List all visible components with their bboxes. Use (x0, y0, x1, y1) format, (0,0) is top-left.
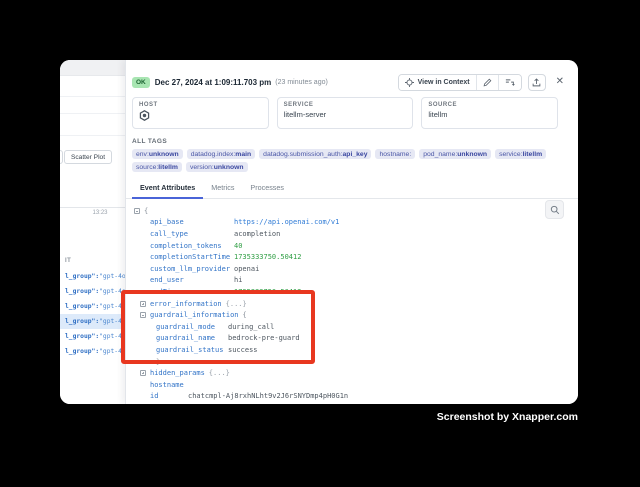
divider (60, 113, 125, 114)
tab-processes[interactable]: Processes (242, 179, 292, 198)
axis-tick-label: 13:23 (82, 210, 118, 216)
json-row-guardrail-mode: guardrail_modeduring_call (126, 321, 578, 333)
upload-icon (532, 78, 541, 87)
tab-metrics[interactable]: Metrics (203, 179, 242, 198)
list-item[interactable]: l_group":"gpt-4o (60, 269, 125, 284)
json-row-hidden-params: hidden_params{...} (126, 367, 578, 379)
events-list: l_group":"gpt-4o l_group":"gpt-4o l_grou… (60, 269, 125, 359)
json-row-api-base: api_basehttps://api.openai.com/v1 (126, 217, 578, 229)
app-window: Scatter Plot 13:23 IT l_group":"gpt-4o l… (60, 60, 578, 404)
json-attributes-tree: { api_basehttps://api.openai.com/v1 call… (126, 205, 578, 404)
scatter-plot-button[interactable]: Scatter Plot (64, 150, 112, 164)
tags-list: env:unknown datadog.index:main datadog.s… (132, 149, 558, 172)
source-box[interactable]: SOURCE litellm (421, 97, 558, 129)
json-row-close-brace: } (126, 356, 578, 368)
related-traces-button[interactable] (499, 75, 521, 90)
crosshair-icon (405, 78, 414, 87)
search-attributes-button[interactable] (545, 200, 564, 219)
collapse-icon[interactable] (134, 208, 140, 214)
tag-hostname[interactable]: hostname: (375, 149, 415, 159)
json-row-hostname: hostname (126, 379, 578, 391)
close-icon[interactable]: ✕ (556, 77, 564, 87)
event-timestamp: Dec 27, 2024 at 1:09:11.703 pm (155, 78, 272, 87)
json-row-messages: messages[ (126, 402, 578, 404)
host-box[interactable]: HOST (132, 97, 269, 129)
expand-icon[interactable] (140, 370, 146, 376)
list-item-selected[interactable]: l_group":"gpt-4o (60, 314, 125, 329)
tag-version[interactable]: version:unknown (186, 162, 248, 172)
list-item[interactable]: l_group":"gpt-4o (60, 299, 125, 314)
all-tags-label: ALL TAGS (132, 138, 558, 145)
header-action-group: View in Context (398, 74, 522, 91)
json-root-row: { (126, 205, 578, 217)
json-row-end-time: endTime1735333750.50412 (126, 286, 578, 298)
watermark-text: Screenshot by Xnapper.com (437, 411, 578, 423)
list-item[interactable]: l_group":"gpt-4o (60, 284, 125, 299)
status-badge: OK (132, 77, 150, 88)
view-toggle-button-fragment[interactable] (60, 150, 63, 164)
search-icon (550, 205, 560, 215)
tag-submission-auth[interactable]: datadog.submission_auth:api_key (259, 149, 371, 159)
event-header: OK Dec 27, 2024 at 1:09:11.703 pm (23 mi… (132, 74, 564, 90)
json-row-guardrail-information: guardrail_information{ (126, 309, 578, 321)
collapse-icon[interactable] (140, 312, 146, 318)
json-row-call-type: call_typeacompletion (126, 228, 578, 240)
expand-icon[interactable] (140, 301, 146, 307)
json-row-end-user: end_userhi (126, 275, 578, 287)
json-row-id: idchatcmpl-Aj8rxhNLht9v2J6rSNYDmp4pH0G1n (126, 391, 578, 403)
tag-service[interactable]: service:litellm (495, 149, 546, 159)
screenshot-backdrop: Scatter Plot 13:23 IT l_group":"gpt-4o l… (0, 0, 640, 487)
event-time-ago: (23 minutes ago) (275, 79, 328, 86)
summary-boxes: HOST SERVICE litellm-server SOURCE litel… (132, 97, 558, 129)
event-details-panel: OK Dec 27, 2024 at 1:09:11.703 pm (23 mi… (125, 60, 578, 404)
export-button[interactable] (528, 74, 546, 91)
all-tags-section: ALL TAGS env:unknown datadog.index:main … (132, 138, 558, 172)
tag-datadog-index[interactable]: datadog.index:main (187, 149, 255, 159)
view-in-context-button[interactable]: View in Context (399, 75, 477, 90)
service-box[interactable]: SERVICE litellm-server (277, 97, 414, 129)
tab-event-attributes[interactable]: Event Attributes (132, 179, 203, 199)
divider (60, 96, 125, 97)
events-page-header-strip (60, 60, 125, 76)
host-hexagon-icon (139, 110, 150, 121)
json-row-completion-tokens: completion_tokens40 (126, 240, 578, 252)
json-row-guardrail-name: guardrail_namebedrock-pre-guard (126, 333, 578, 345)
pencil-icon (483, 78, 492, 87)
chart-x-axis (60, 207, 125, 208)
api-base-link[interactable]: https://api.openai.com/v1 (234, 218, 339, 226)
tag-env[interactable]: env:unknown (132, 149, 183, 159)
related-traces-icon (505, 78, 515, 87)
divider (60, 135, 125, 136)
json-row-custom-llm-provider: custom_llm_provideropenai (126, 263, 578, 275)
json-row-guardrail-status: guardrail_statussuccess (126, 344, 578, 356)
json-row-error-information: error_information{...} (126, 298, 578, 310)
events-column-header: IT (65, 258, 71, 264)
tag-source[interactable]: source:litellm (132, 162, 182, 172)
tag-pod-name[interactable]: pod_name:unknown (419, 149, 491, 159)
detail-tabs: Event Attributes Metrics Processes (126, 179, 578, 199)
list-item[interactable]: l_group":"gpt-4o (60, 329, 125, 344)
json-row-completion-start-time: completionStartTime1735333750.50412 (126, 251, 578, 263)
events-page-background: Scatter Plot 13:23 IT l_group":"gpt-4o l… (60, 60, 125, 404)
edit-button[interactable] (477, 75, 499, 90)
list-item[interactable]: l_group":"gpt-4o (60, 344, 125, 359)
